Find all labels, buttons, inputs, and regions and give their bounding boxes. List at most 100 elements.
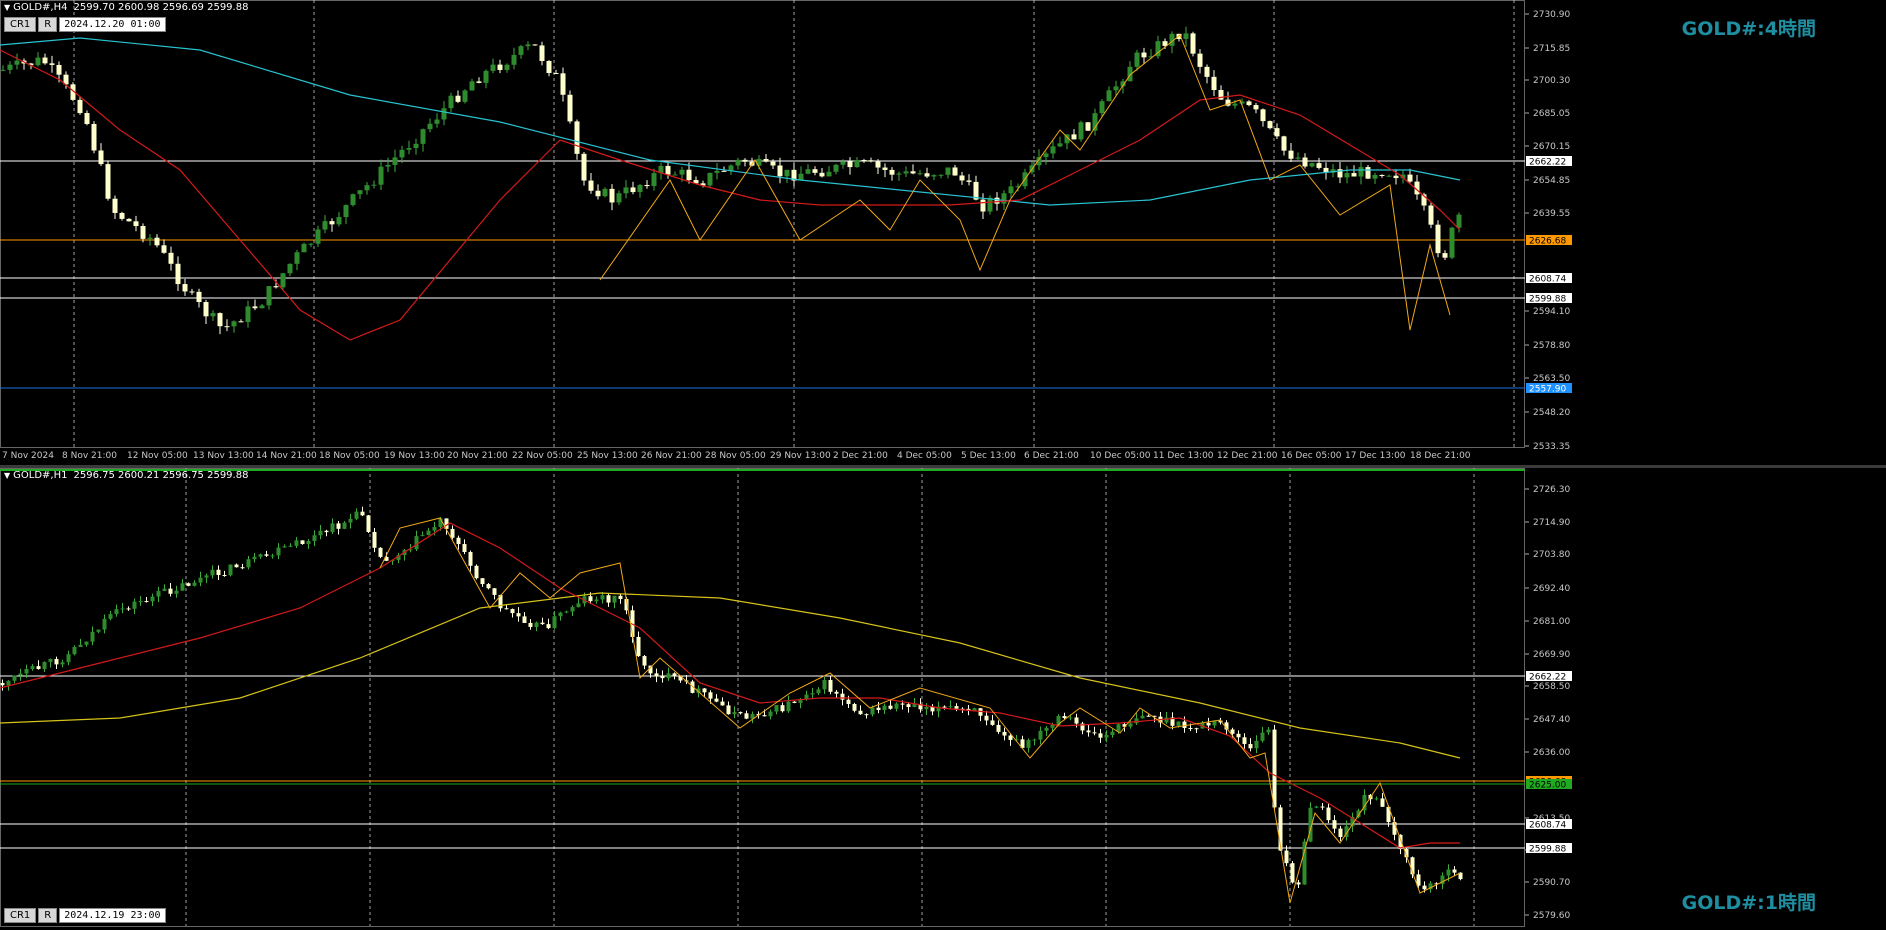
price-axis-label: 2658.50 bbox=[1533, 682, 1570, 692]
candle bbox=[186, 583, 191, 586]
time-axis-label: 11 Dec 13:00 bbox=[1153, 451, 1214, 461]
price-axis-label: 2700.30 bbox=[1533, 76, 1570, 86]
candle bbox=[483, 70, 489, 83]
candle bbox=[1068, 717, 1073, 719]
price-axis-label: 2730.90 bbox=[1533, 10, 1570, 20]
candle bbox=[777, 165, 783, 177]
candle bbox=[1332, 820, 1337, 829]
candle bbox=[192, 582, 197, 586]
time-axis-label: 8 Nov 21:00 bbox=[62, 451, 117, 461]
candle bbox=[522, 616, 527, 623]
candle bbox=[1183, 33, 1189, 39]
candle bbox=[1038, 730, 1043, 740]
candle bbox=[1393, 175, 1399, 179]
candle bbox=[1182, 721, 1187, 728]
candle bbox=[686, 169, 692, 181]
candle bbox=[606, 595, 611, 603]
candle bbox=[336, 217, 342, 225]
candle bbox=[942, 706, 947, 708]
candle bbox=[828, 679, 833, 692]
candle bbox=[1078, 122, 1084, 140]
candle bbox=[357, 190, 363, 195]
h4-chart-pane[interactable]: 2730.90 2715.85 2700.30 2685.05 2670.15 2654.… bbox=[0, 0, 1886, 465]
candle bbox=[984, 715, 989, 721]
svg-text:2608.74: 2608.74 bbox=[1529, 821, 1566, 831]
candle bbox=[96, 629, 101, 632]
h1-r-button[interactable]: R bbox=[38, 908, 58, 923]
candle bbox=[792, 701, 797, 703]
h1-cr-button[interactable]: CR1 bbox=[4, 908, 37, 923]
candle bbox=[588, 596, 593, 602]
candle bbox=[1002, 731, 1007, 736]
h1-datetime-field[interactable]: 2024.12.19 23:00 bbox=[59, 908, 166, 923]
candle bbox=[1266, 729, 1271, 733]
candle bbox=[1442, 253, 1448, 258]
candle bbox=[266, 286, 272, 306]
price-level-tag: 2662.22 bbox=[1526, 671, 1572, 683]
candle bbox=[1074, 717, 1079, 724]
svg-text:2599.88: 2599.88 bbox=[1529, 845, 1566, 855]
candle bbox=[994, 197, 1000, 204]
price-axis-label: 2533.35 bbox=[1533, 442, 1570, 452]
candle bbox=[570, 607, 575, 612]
price-level-tag: 2625.00 bbox=[1526, 779, 1572, 791]
candle bbox=[868, 160, 874, 162]
candle bbox=[1001, 193, 1007, 204]
collapse-triangle-icon[interactable]: ▼ bbox=[4, 471, 10, 480]
candle bbox=[810, 693, 815, 695]
candle bbox=[322, 221, 328, 230]
candle bbox=[945, 167, 951, 175]
candle bbox=[1128, 723, 1133, 727]
candle bbox=[126, 218, 132, 222]
candle bbox=[486, 584, 491, 589]
candle bbox=[108, 614, 113, 619]
time-axis-label: 22 Nov 05:00 bbox=[512, 451, 573, 461]
candle bbox=[504, 64, 510, 70]
candle bbox=[1428, 205, 1434, 225]
h4-chart-canvas[interactable]: 2730.90 2715.85 2700.30 2685.05 2670.15 2654.… bbox=[0, 0, 1886, 465]
candle bbox=[427, 123, 433, 130]
candle bbox=[930, 706, 935, 712]
h4-datetime-field[interactable]: 2024.12.20 01:00 bbox=[59, 17, 166, 32]
candle bbox=[672, 174, 678, 176]
candle bbox=[637, 184, 643, 193]
candle bbox=[574, 121, 580, 154]
h1-chart-pane[interactable]: 2726.30 2714.90 2703.80 2692.40 2681.00 2669.… bbox=[0, 468, 1886, 930]
candle bbox=[1326, 807, 1331, 821]
candle bbox=[343, 205, 349, 218]
candle bbox=[510, 609, 515, 614]
candle bbox=[1197, 53, 1203, 67]
candle bbox=[301, 243, 307, 253]
candle bbox=[894, 703, 899, 709]
price-axis-label: 2647.40 bbox=[1533, 715, 1570, 725]
candle bbox=[1246, 101, 1252, 106]
candle bbox=[917, 173, 923, 175]
candle bbox=[854, 160, 860, 168]
candle bbox=[966, 180, 972, 182]
candle bbox=[1134, 52, 1140, 67]
candle bbox=[1272, 729, 1277, 808]
candle bbox=[1092, 732, 1097, 734]
candle bbox=[864, 714, 869, 716]
h4-cr-button[interactable]: CR1 bbox=[4, 17, 37, 32]
h1-chart-canvas[interactable]: 2726.30 2714.90 2703.80 2692.40 2681.00 2669.… bbox=[0, 468, 1886, 930]
ma-cyan-line bbox=[0, 37, 1461, 206]
candle bbox=[1351, 173, 1357, 177]
candle bbox=[324, 530, 329, 533]
candle bbox=[812, 169, 818, 173]
candle bbox=[1302, 157, 1308, 167]
candle bbox=[623, 187, 629, 194]
candle bbox=[280, 273, 286, 288]
candle bbox=[1320, 806, 1325, 808]
candle bbox=[72, 646, 77, 655]
svg-text:2608.74: 2608.74 bbox=[1529, 275, 1566, 285]
candle bbox=[576, 603, 581, 608]
candle bbox=[156, 590, 161, 597]
candle bbox=[90, 631, 95, 642]
candle bbox=[189, 291, 195, 293]
collapse-triangle-icon[interactable]: ▼ bbox=[4, 3, 10, 12]
h4-r-button[interactable]: R bbox=[38, 17, 58, 32]
time-axis-label: 20 Nov 21:00 bbox=[447, 451, 508, 461]
candle bbox=[1190, 33, 1196, 54]
price-axis-label: 2669.90 bbox=[1533, 650, 1570, 660]
